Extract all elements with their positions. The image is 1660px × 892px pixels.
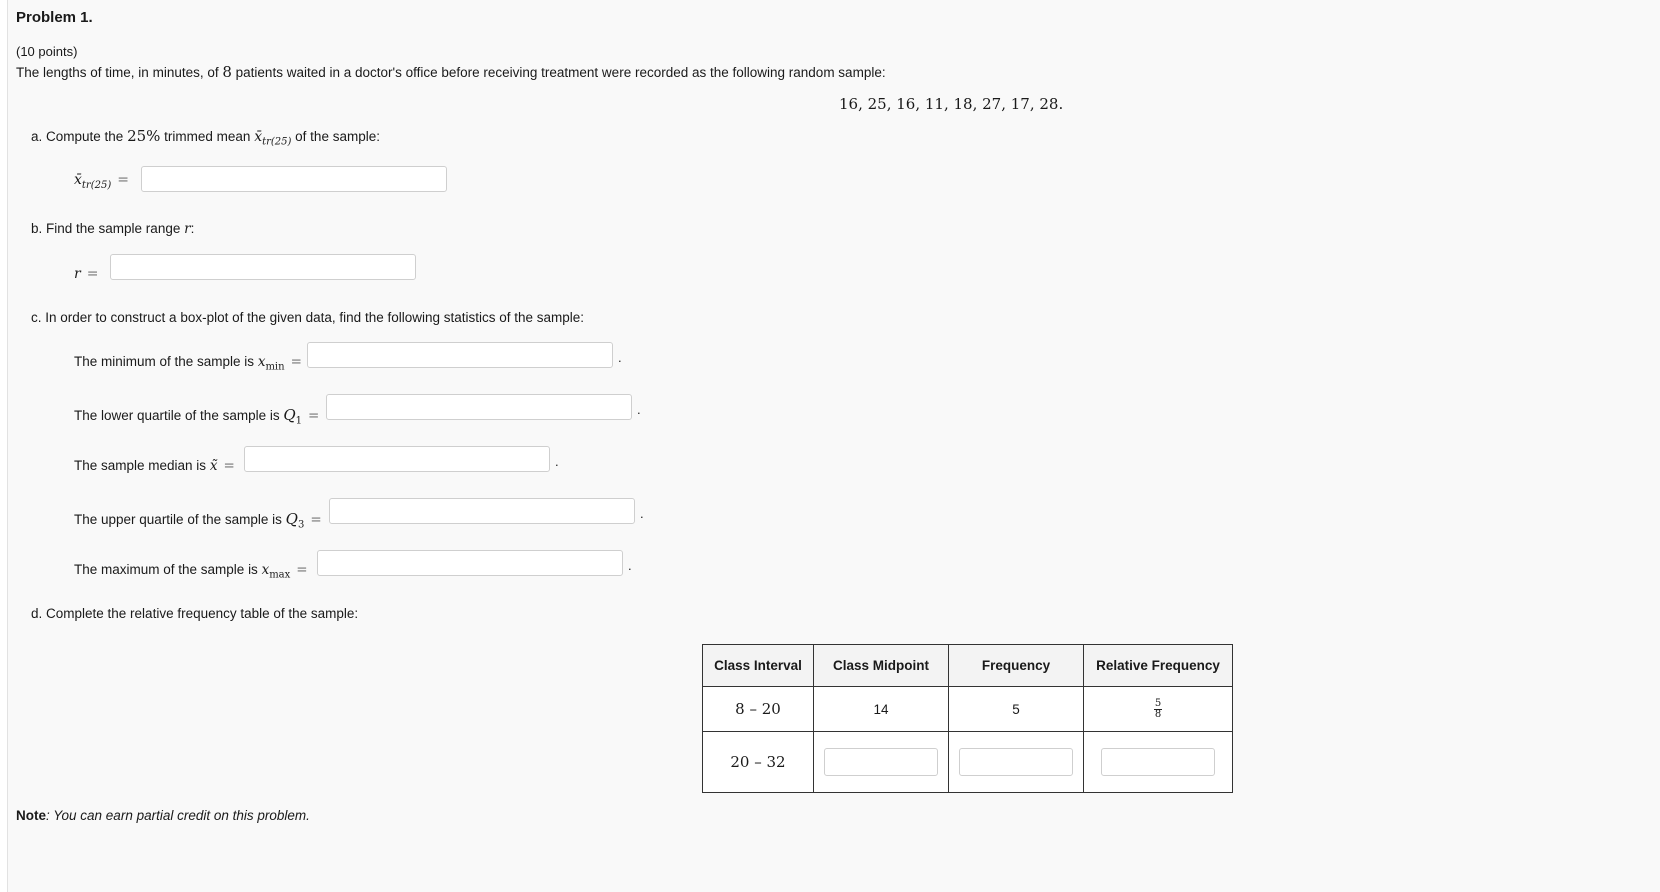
lower-quartile-input[interactable]: [326, 394, 632, 420]
median-label: The sample median is x̃ =: [74, 458, 235, 474]
header-class-interval: Class Interval: [702, 644, 814, 687]
part-b-text: b. Find the sample range: [31, 221, 185, 236]
median-symbol: x̃: [209, 458, 218, 474]
header-frequency: Frequency: [948, 644, 1084, 687]
part-b-text-end: :: [190, 221, 195, 236]
header-relative-frequency: Relative Frequency: [1083, 644, 1233, 687]
part-d-label: d. Complete the relative frequency table…: [31, 606, 359, 621]
maximum-equals: =: [296, 562, 308, 578]
part-a-text: a. Compute the: [31, 129, 128, 144]
table-header-row: Class Interval Class Midpoint Frequency …: [702, 644, 1233, 687]
minimum-label: The minimum of the sample is xmin =: [74, 354, 302, 373]
maximum-subscript: max: [269, 569, 291, 581]
part-a-subscript: tr(25): [262, 136, 292, 148]
minimum-period: .: [618, 350, 622, 365]
row1-interval: 8 – 20: [702, 686, 814, 732]
problem-page: Problem 1. (10 points) The lengths of ti…: [7, 0, 1660, 892]
lower-quartile-equals: =: [308, 408, 320, 424]
part-a-text-end: of the sample:: [291, 129, 380, 144]
partial-credit-note: Note: You can earn partial credit on thi…: [16, 808, 310, 823]
median-period: .: [555, 454, 559, 469]
answer-a-symbol: x̄: [74, 172, 82, 188]
answer-b-symbol: r: [74, 266, 81, 282]
note-lead: Note: [16, 808, 46, 823]
maximum-period: .: [628, 558, 632, 573]
note-text: : You can earn partial credit on this pr…: [46, 808, 310, 823]
maximum-input[interactable]: [317, 550, 623, 576]
lower-quartile-subscript: 1: [295, 415, 303, 427]
relative-frequency-table: Class Interval Class Midpoint Frequency …: [702, 644, 1233, 793]
minimum-text: The minimum of the sample is: [74, 354, 258, 369]
row1-fraction: 58: [1153, 697, 1163, 720]
row2-frequency-cell: [948, 731, 1084, 793]
sample-range-input[interactable]: [110, 254, 416, 280]
lower-quartile-symbol: Q: [283, 406, 296, 424]
part-b-answer-label: r =: [74, 265, 98, 282]
row1-frequency: 5: [948, 686, 1084, 732]
part-a-answer-label: x̄tr(25) =: [74, 171, 129, 191]
part-c-label: c. In order to construct a box-plot of t…: [31, 310, 585, 325]
median-input[interactable]: [244, 446, 550, 472]
row2-midpoint-cell: [813, 731, 949, 793]
statement-text: The lengths of time, in minutes, of: [16, 65, 223, 80]
part-b-label: b. Find the sample range r:: [31, 221, 194, 237]
upper-quartile-equals: =: [310, 512, 322, 528]
answer-b-equals: =: [86, 266, 99, 282]
row2-frequency-input[interactable]: [959, 748, 1073, 776]
maximum-text: The maximum of the sample is: [74, 562, 262, 577]
part-a-percent: 25%: [127, 127, 161, 145]
row1-midpoint: 14: [813, 686, 949, 732]
trimmed-mean-input[interactable]: [141, 166, 447, 192]
problem-title: Problem 1.: [16, 9, 93, 26]
part-a-symbol: x̄: [254, 129, 263, 145]
minimum-input[interactable]: [307, 342, 613, 368]
answer-a-subscript: tr(25): [81, 179, 112, 191]
row2-midpoint-input[interactable]: [824, 748, 938, 776]
lower-quartile-label: The lower quartile of the sample is Q1 =: [74, 406, 319, 427]
lower-quartile-period: .: [637, 402, 641, 417]
upper-quartile-text: The upper quartile of the sample is: [74, 512, 286, 527]
header-class-midpoint: Class Midpoint: [813, 644, 949, 687]
row1-fraction-denominator: 8: [1154, 708, 1162, 720]
minimum-equals: =: [290, 354, 302, 370]
maximum-label: The maximum of the sample is xmax =: [74, 562, 308, 581]
row1-fraction-numerator: 5: [1153, 697, 1163, 710]
part-a-label: a. Compute the 25% trimmed mean x̄tr(25)…: [31, 127, 380, 148]
statement-text-end: patients waited in a doctor's office bef…: [231, 65, 886, 80]
sample-data: 16, 25, 16, 11, 18, 27, 17, 28.: [839, 95, 1064, 113]
problem-statement: The lengths of time, in minutes, of 8 pa…: [16, 63, 886, 81]
upper-quartile-input[interactable]: [329, 498, 635, 524]
statement-count: 8: [222, 63, 232, 81]
median-equals: =: [223, 458, 235, 474]
upper-quartile-period: .: [640, 506, 644, 521]
problem-points: (10 points): [16, 44, 78, 59]
row1-relative-frequency: 58: [1083, 686, 1233, 732]
upper-quartile-subscript: 3: [297, 519, 305, 531]
part-a-text-mid: trimmed mean: [160, 129, 255, 144]
median-text: The sample median is: [74, 458, 210, 473]
row2-relative-frequency-input[interactable]: [1101, 748, 1215, 776]
table-row: 8 – 20 14 5 58: [702, 686, 1233, 732]
row2-interval: 20 – 32: [702, 731, 814, 793]
table-row: 20 – 32: [702, 731, 1233, 793]
upper-quartile-label: The upper quartile of the sample is Q3 =: [74, 510, 322, 531]
minimum-subscript: min: [265, 361, 285, 373]
answer-a-equals: =: [117, 172, 129, 188]
lower-quartile-text: The lower quartile of the sample is: [74, 408, 284, 423]
row2-relative-frequency-cell: [1083, 731, 1233, 793]
upper-quartile-symbol: Q: [285, 510, 298, 528]
